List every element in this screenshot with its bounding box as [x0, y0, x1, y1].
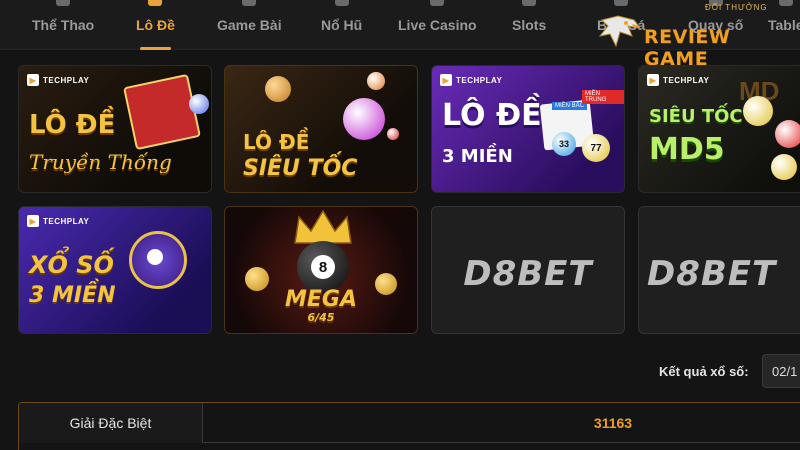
card-title: LÔ ĐỀ — [29, 110, 116, 140]
date-value: 02/1 — [772, 364, 798, 379]
techplay-icon: ▶ — [27, 215, 39, 227]
d8bet-logo: D8BET — [647, 254, 777, 294]
ball-graphic — [771, 154, 797, 180]
slots-icon — [522, 0, 537, 6]
ball-graphic — [387, 128, 399, 140]
d8bet-logo: D8BET — [463, 254, 593, 294]
lottery-icon — [148, 0, 163, 6]
game-card-lo-de-truyen-thong[interactable]: ▶ TECHPLAY LÔ ĐỀ Truyền Thống — [18, 65, 212, 193]
table-icon — [778, 0, 793, 6]
nav-item-the-thao[interactable]: Thể Thao — [32, 0, 94, 50]
nav-item-no-hu[interactable]: Nổ Hũ — [321, 0, 362, 50]
techplay-brand: ▶ TECHPLAY — [27, 215, 89, 227]
card-title: SIÊU TỐC — [649, 106, 743, 127]
card-subtitle: Truyền Thống — [29, 150, 172, 174]
card-title: LÔ ĐỀ — [442, 98, 542, 133]
nav-item-game-bai[interactable]: Game Bài — [217, 0, 282, 50]
card-subtitle: 6/45 — [307, 311, 335, 324]
ball-graphic — [775, 120, 800, 148]
casino-icon — [430, 0, 445, 6]
cards-icon — [242, 0, 257, 6]
card-subtitle: MD5 — [649, 132, 725, 167]
region-badge: MIỀN TRUNG — [582, 90, 624, 104]
table-row: Giải Đặc Biệt 31163 — [19, 403, 800, 443]
techplay-brand: ▶ TECHPLAY — [647, 74, 709, 86]
ball-graphic — [265, 76, 291, 102]
card-subtitle: SIÊU TỐC — [243, 156, 358, 181]
game-card-xo-so-3-mien[interactable]: ▶ TECHPLAY XỔ SỐ 3 MIỀN — [18, 206, 212, 334]
crown-icon — [294, 209, 352, 244]
game-card-sieu-toc-md5[interactable]: ▶ TECHPLAY MD SIÊU TỐC MD5 — [638, 65, 800, 193]
ball-graphic: 77 — [582, 134, 610, 162]
techplay-icon: ▶ — [647, 74, 659, 86]
nav-label: Lô Đề — [136, 17, 175, 33]
logo-main-text: REVIEW GAME — [644, 26, 731, 70]
card-title: LÔ ĐỀ — [243, 130, 310, 154]
techplay-brand: ▶ TECHPLAY — [440, 74, 502, 86]
ball-graphic: 33 — [552, 132, 576, 156]
card-subtitle: 3 MIỀN — [29, 283, 116, 308]
techplay-brand: ▶ TECHPLAY — [27, 74, 89, 86]
ball-graphic — [343, 98, 385, 140]
ball-number: 8 — [311, 255, 335, 279]
game-card-mega-645[interactable]: 8 MEGA 6/45 — [224, 206, 418, 334]
ticket-graphic — [123, 73, 201, 151]
results-table: Giải Đặc Biệt 31163 — [18, 402, 800, 450]
fish-icon — [614, 0, 629, 6]
card-subtitle: 3 MIỀN — [442, 146, 513, 167]
jackpot-icon — [334, 0, 349, 6]
nav-label: Nổ Hũ — [321, 17, 363, 33]
nav-label: Live Casino — [398, 17, 477, 33]
logo-small-text: ĐỐI THƯỞNG — [705, 3, 768, 12]
date-picker[interactable]: 02/1 — [762, 354, 800, 388]
prize-label: Giải Đặc Biệt — [19, 403, 203, 443]
nav-item-live-casino[interactable]: Live Casino — [398, 0, 477, 50]
nav-label: Thể Thao — [32, 17, 95, 33]
nav-item-lo-de[interactable]: Lô Đề — [136, 0, 175, 50]
techplay-icon: ▶ — [27, 74, 39, 86]
game-card-lo-de-sieu-toc[interactable]: LÔ ĐỀ SIÊU TỐC — [224, 65, 418, 193]
card-title: MEGA — [284, 287, 357, 312]
nav-label: Game Bài — [217, 17, 282, 33]
page: Thể Thao Lô Đề Game Bài Nổ Hũ Live Casin… — [0, 0, 800, 450]
ball-graphic: 8 — [297, 241, 349, 293]
prize-value: 31163 — [593, 415, 633, 431]
ball-graphic — [189, 94, 209, 114]
ball-graphic — [743, 96, 773, 126]
game-card-d8bet[interactable]: D8BET — [431, 206, 625, 334]
ball-graphic — [147, 249, 163, 265]
game-card-d8bet[interactable]: D8BET — [638, 206, 800, 334]
techplay-icon: ▶ — [440, 74, 452, 86]
nav-label: Slots — [512, 17, 547, 33]
card-title: XỔ SỐ — [29, 251, 114, 279]
eagle-icon — [598, 15, 642, 48]
nav-item-slots[interactable]: Slots — [512, 0, 546, 50]
sports-icon — [56, 0, 71, 6]
game-card-lo-de-3-mien[interactable]: ▶ TECHPLAY MIỀN BẮC MIỀN TRUNG 33 77 LÔ Đ… — [431, 65, 625, 193]
ball-graphic — [367, 72, 385, 90]
lottery-result-label: Kết quả xổ số: — [659, 364, 749, 379]
